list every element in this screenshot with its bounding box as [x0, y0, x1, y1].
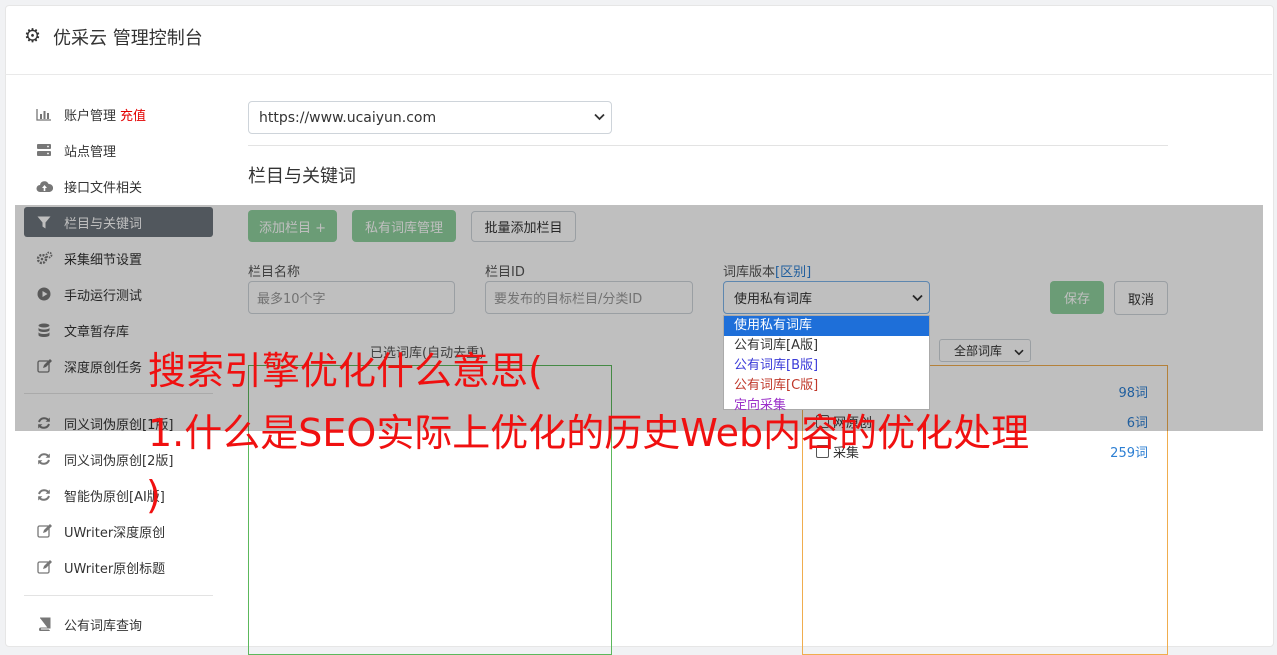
- sidebar-item-label: UWriter原创标题: [64, 561, 166, 577]
- sidebar-item-uwriter-deep[interactable]: UWriter深度原创: [24, 516, 213, 546]
- lexicon-version-dropdown[interactable]: 使用私有词库 公有词库[A版] 公有词库[B版] 公有词库[C版] 定向采集: [723, 315, 930, 413]
- sidebar-item-public-lexicon[interactable]: 公有词库查询: [24, 609, 213, 639]
- gear-icon: ⚙: [24, 25, 42, 47]
- refresh-icon: [35, 452, 53, 466]
- edit-icon: [35, 524, 53, 538]
- sidebar-item-ai-original[interactable]: 智能伪原创[AI版]: [24, 480, 213, 510]
- sidebar-divider: [24, 595, 213, 596]
- server-icon: [35, 143, 53, 157]
- sidebar-item-label: 接口文件相关: [64, 180, 143, 196]
- bar-chart-icon: [35, 107, 53, 121]
- section-title: 栏目与关键词: [248, 166, 356, 187]
- overlay-headline-line1: 搜索引擎优化什么意思(: [148, 349, 543, 393]
- sidebar-item-sites[interactable]: 站点管理: [24, 135, 213, 165]
- site-select[interactable]: https://www.ucaiyun.com: [248, 101, 612, 134]
- dropdown-option-a[interactable]: 公有词库[A版]: [724, 336, 929, 356]
- sidebar-item-interface-files[interactable]: 接口文件相关: [24, 171, 213, 201]
- sidebar-item-account[interactable]: 账户管理 充值: [24, 99, 213, 129]
- book-icon: [35, 617, 53, 631]
- cloud-upload-icon: [35, 179, 53, 193]
- page-title: 优采云 管理控制台: [53, 28, 203, 49]
- top-header: ⚙ 优采云 管理控制台: [5, 5, 1272, 75]
- chevron-down-icon: [594, 110, 605, 124]
- lexicon-count: 259词: [1110, 446, 1148, 461]
- dropdown-option-private[interactable]: 使用私有词库: [724, 316, 929, 336]
- modal-overlay: [15, 205, 1263, 431]
- divider: [248, 145, 1168, 146]
- dropdown-option-c[interactable]: 公有词库[C版]: [724, 376, 929, 396]
- site-select-value: https://www.ucaiyun.com: [259, 109, 437, 126]
- dropdown-option-b[interactable]: 公有词库[B版]: [724, 356, 929, 376]
- recharge-link[interactable]: 充值: [120, 105, 146, 124]
- sidebar-item-label: UWriter深度原创: [64, 525, 166, 541]
- refresh-icon: [35, 488, 53, 502]
- sidebar-item-uwriter-title[interactable]: UWriter原创标题: [24, 552, 213, 582]
- overlay-headline-line3: ): [146, 473, 161, 517]
- sidebar-item-label: 账户管理: [64, 108, 117, 124]
- sidebar-item-label: 公有词库查询: [64, 618, 143, 634]
- sidebar-item-label: 站点管理: [64, 144, 117, 160]
- overlay-headline-line2: 1.什么是SEO实际上优化的历史Web内容的优化处理: [148, 411, 1030, 455]
- edit-icon: [35, 560, 53, 574]
